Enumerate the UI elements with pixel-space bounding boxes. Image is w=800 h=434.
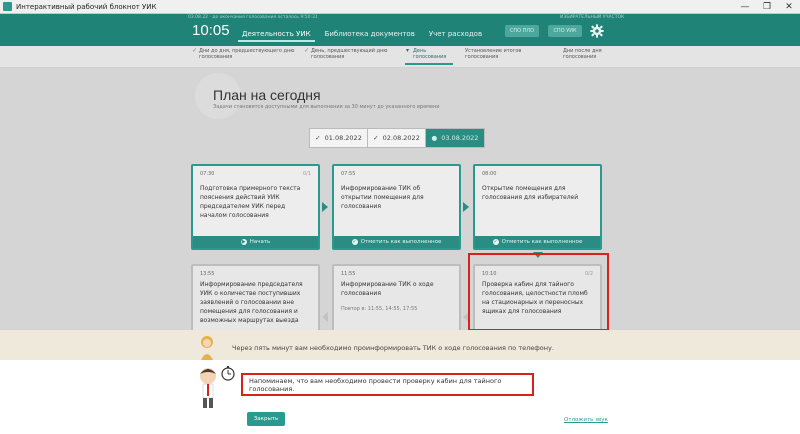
task-time: 07:30 — [200, 171, 215, 177]
notice-text: Через пять минут вам необходимо проинфор… — [232, 344, 554, 352]
notice-bar: Через пять минут вам необходимо проинфор… — [0, 330, 800, 360]
check-circle-icon: ✓ — [351, 238, 358, 245]
mark-done-button[interactable]: ✓ Отметить как выполненное — [475, 236, 600, 248]
reminder-message: Напоминаем, что вам необходимо провести … — [241, 373, 534, 396]
task-time: 07:55 — [341, 171, 356, 177]
stage-step-after[interactable]: Дни после дня голосования — [556, 48, 602, 60]
status-line: 03.08.22 · до окончания голосования оста… — [188, 15, 318, 20]
task-time: 11:55 — [341, 271, 356, 277]
flow-arrow-left-icon — [322, 312, 328, 322]
task-text: Информирование ТИК о ходе голосования — [341, 281, 434, 297]
close-reminder-button[interactable]: Закрыть — [247, 412, 285, 426]
check-icon: ✓ — [373, 134, 379, 142]
flow-arrow-icon — [322, 202, 328, 212]
check-icon: ✓ — [315, 134, 321, 142]
task-text: Информирование ТИК об открытии помещения… — [341, 185, 424, 210]
reminder-panel: Напоминаем, что вам необходимо провести … — [0, 360, 800, 434]
active-stage-underline — [405, 63, 453, 65]
task-repeat-note: Повтор в: 11:55, 14:55, 17:55 — [341, 306, 418, 312]
task-text: Подготовка примерного текста пояснения д… — [200, 185, 301, 219]
mark-done-button[interactable]: ✓ Отметить как выполненное — [334, 236, 459, 248]
assistant-girl-icon — [201, 336, 213, 360]
stage-step-results[interactable]: Установление итогов голосования — [458, 48, 521, 60]
stage-step-before[interactable]: ✓ Дни до дня, предшествующего дню голосо… — [192, 47, 294, 61]
assistant-man-icon — [200, 366, 235, 408]
task-card[interactable]: 13:55 Информирование председателя УИК о … — [191, 264, 320, 334]
task-card[interactable]: 07:30 0/1 Подготовка примерного текста п… — [191, 164, 320, 250]
snooze-sound-link[interactable]: Отложить звук — [564, 417, 608, 423]
minimize-button[interactable]: — — [734, 0, 756, 14]
app-icon — [3, 2, 12, 11]
date-tab-03[interactable]: ● 03.08.2022 — [426, 129, 484, 147]
close-window-button[interactable]: ✕ — [778, 0, 800, 14]
task-card[interactable]: 07:55 Информирование ТИК об открытии пом… — [332, 164, 461, 250]
check-circle-icon: ✓ — [492, 238, 499, 245]
app-header: 03.08.22 · до окончания голосования оста… — [0, 14, 800, 46]
task-card[interactable]: 11:55 Информирование ТИК о ходе голосова… — [332, 264, 461, 334]
stage-step-election-day[interactable]: ▾ День голосования — [406, 47, 446, 61]
station-label: ИЗБИРАТЕЛЬНЫЙ УЧАСТОК — [560, 15, 625, 20]
check-icon: ✓ — [304, 47, 310, 54]
window-titlebar: Интерактивный рабочий блокнот УИК — ❐ ✕ — [0, 0, 800, 14]
nav-tab-expenses[interactable]: Учет расходов — [425, 28, 486, 42]
spo-uik-button[interactable]: СПО УИК — [548, 25, 582, 37]
play-icon: ▶ — [240, 238, 247, 245]
task-time: 13:55 — [200, 271, 215, 277]
task-text: Информирование председателя УИК о количе… — [200, 281, 303, 324]
stage-step-eve[interactable]: ✓ День, предшествующий дню голосования — [304, 47, 388, 61]
maximize-button[interactable]: ❐ — [756, 0, 778, 14]
nav-tab-documents[interactable]: Библиотека документов — [321, 28, 419, 42]
nav-tab-uik-activity[interactable]: Деятельность УИК — [238, 28, 315, 42]
task-progress: 0/1 — [302, 171, 311, 177]
highlight-frame — [468, 253, 609, 331]
task-time: 08:00 — [482, 171, 497, 177]
start-task-button[interactable]: ▶ Начать — [193, 236, 318, 248]
dot-icon: ● — [431, 134, 438, 142]
date-tab-01[interactable]: ✓ 01.08.2022 — [310, 129, 368, 147]
task-card[interactable]: 08:00 Открытие помещения для голосования… — [473, 164, 602, 250]
flow-arrow-icon — [463, 202, 469, 212]
page-title: План на сегодня — [213, 87, 321, 103]
date-tab-02[interactable]: ✓ 02.08.2022 — [368, 129, 426, 147]
check-icon: ✓ — [192, 47, 198, 54]
main-content: План на сегодня Задачи становятся доступ… — [0, 68, 800, 334]
date-selector: ✓ 01.08.2022 ✓ 02.08.2022 ● 03.08.2022 — [309, 128, 485, 148]
window-title: Интерактивный рабочий блокнот УИК — [16, 2, 157, 11]
election-stage-stepper: ✓ Дни до дня, предшествующего дню голосо… — [0, 46, 800, 68]
gear-icon[interactable] — [590, 24, 604, 38]
main-nav: Деятельность УИК Библиотека документов У… — [238, 28, 486, 42]
current-time: 10:05 — [192, 22, 230, 39]
spo-plo-button[interactable]: СПО ПЛО — [505, 25, 539, 37]
task-text: Открытие помещения для голосования для и… — [482, 185, 579, 201]
chevron-down-icon: ▾ — [406, 47, 410, 54]
page-subtitle: Задачи становятся доступными для выполне… — [213, 104, 440, 110]
